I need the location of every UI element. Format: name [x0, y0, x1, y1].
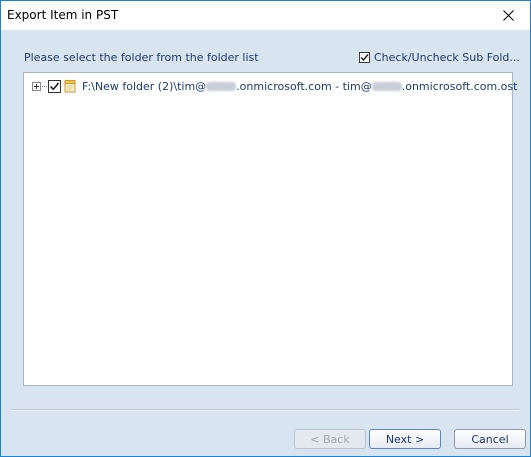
- close-button[interactable]: [486, 1, 530, 30]
- close-icon: [502, 10, 514, 21]
- path-prefix: F:\New folder (2)\tim@: [82, 79, 207, 93]
- checkmark-icon: [360, 54, 369, 62]
- tree-root-label: F:\New folder (2)\tim@ .onmicrosoft.com -…: [82, 80, 517, 93]
- check-subfolders-checkbox[interactable]: [359, 52, 370, 63]
- checkmark-icon: [49, 82, 60, 90]
- plus-icon[interactable]: [32, 81, 41, 91]
- pst-file-icon: [63, 79, 77, 93]
- folder-tree[interactable]: F:\New folder (2)\tim@ .onmicrosoft.com -…: [23, 72, 517, 386]
- check-subfolders-label: Check/Uncheck Sub Fold...: [374, 51, 520, 64]
- window-title: Export Item in PST: [7, 8, 119, 22]
- footer-separator: [11, 409, 519, 411]
- instruction-label: Please select the folder from the folder…: [24, 51, 259, 64]
- path-suffix: .onmicrosoft.com.ost: [401, 79, 518, 93]
- redacted-domain: [371, 82, 402, 91]
- next-button[interactable]: Next >: [369, 429, 441, 449]
- check-subfolders-toggle[interactable]: Check/Uncheck Sub Fold...: [359, 51, 520, 64]
- export-dialog: Export Item in PST Please select the fol…: [0, 0, 531, 457]
- path-mid: .onmicrosoft.com - tim@: [236, 79, 372, 93]
- redacted-domain: [206, 82, 237, 91]
- tree-connector: [42, 85, 47, 87]
- tree-root-node[interactable]: F:\New folder (2)\tim@ .onmicrosoft.com -…: [32, 78, 517, 94]
- back-button[interactable]: < Back: [294, 429, 366, 449]
- cancel-button[interactable]: Cancel: [454, 429, 526, 449]
- title-bar: Export Item in PST: [1, 1, 530, 30]
- tree-node-checkbox[interactable]: [48, 79, 61, 93]
- dialog-body: Please select the folder from the folder…: [1, 30, 530, 456]
